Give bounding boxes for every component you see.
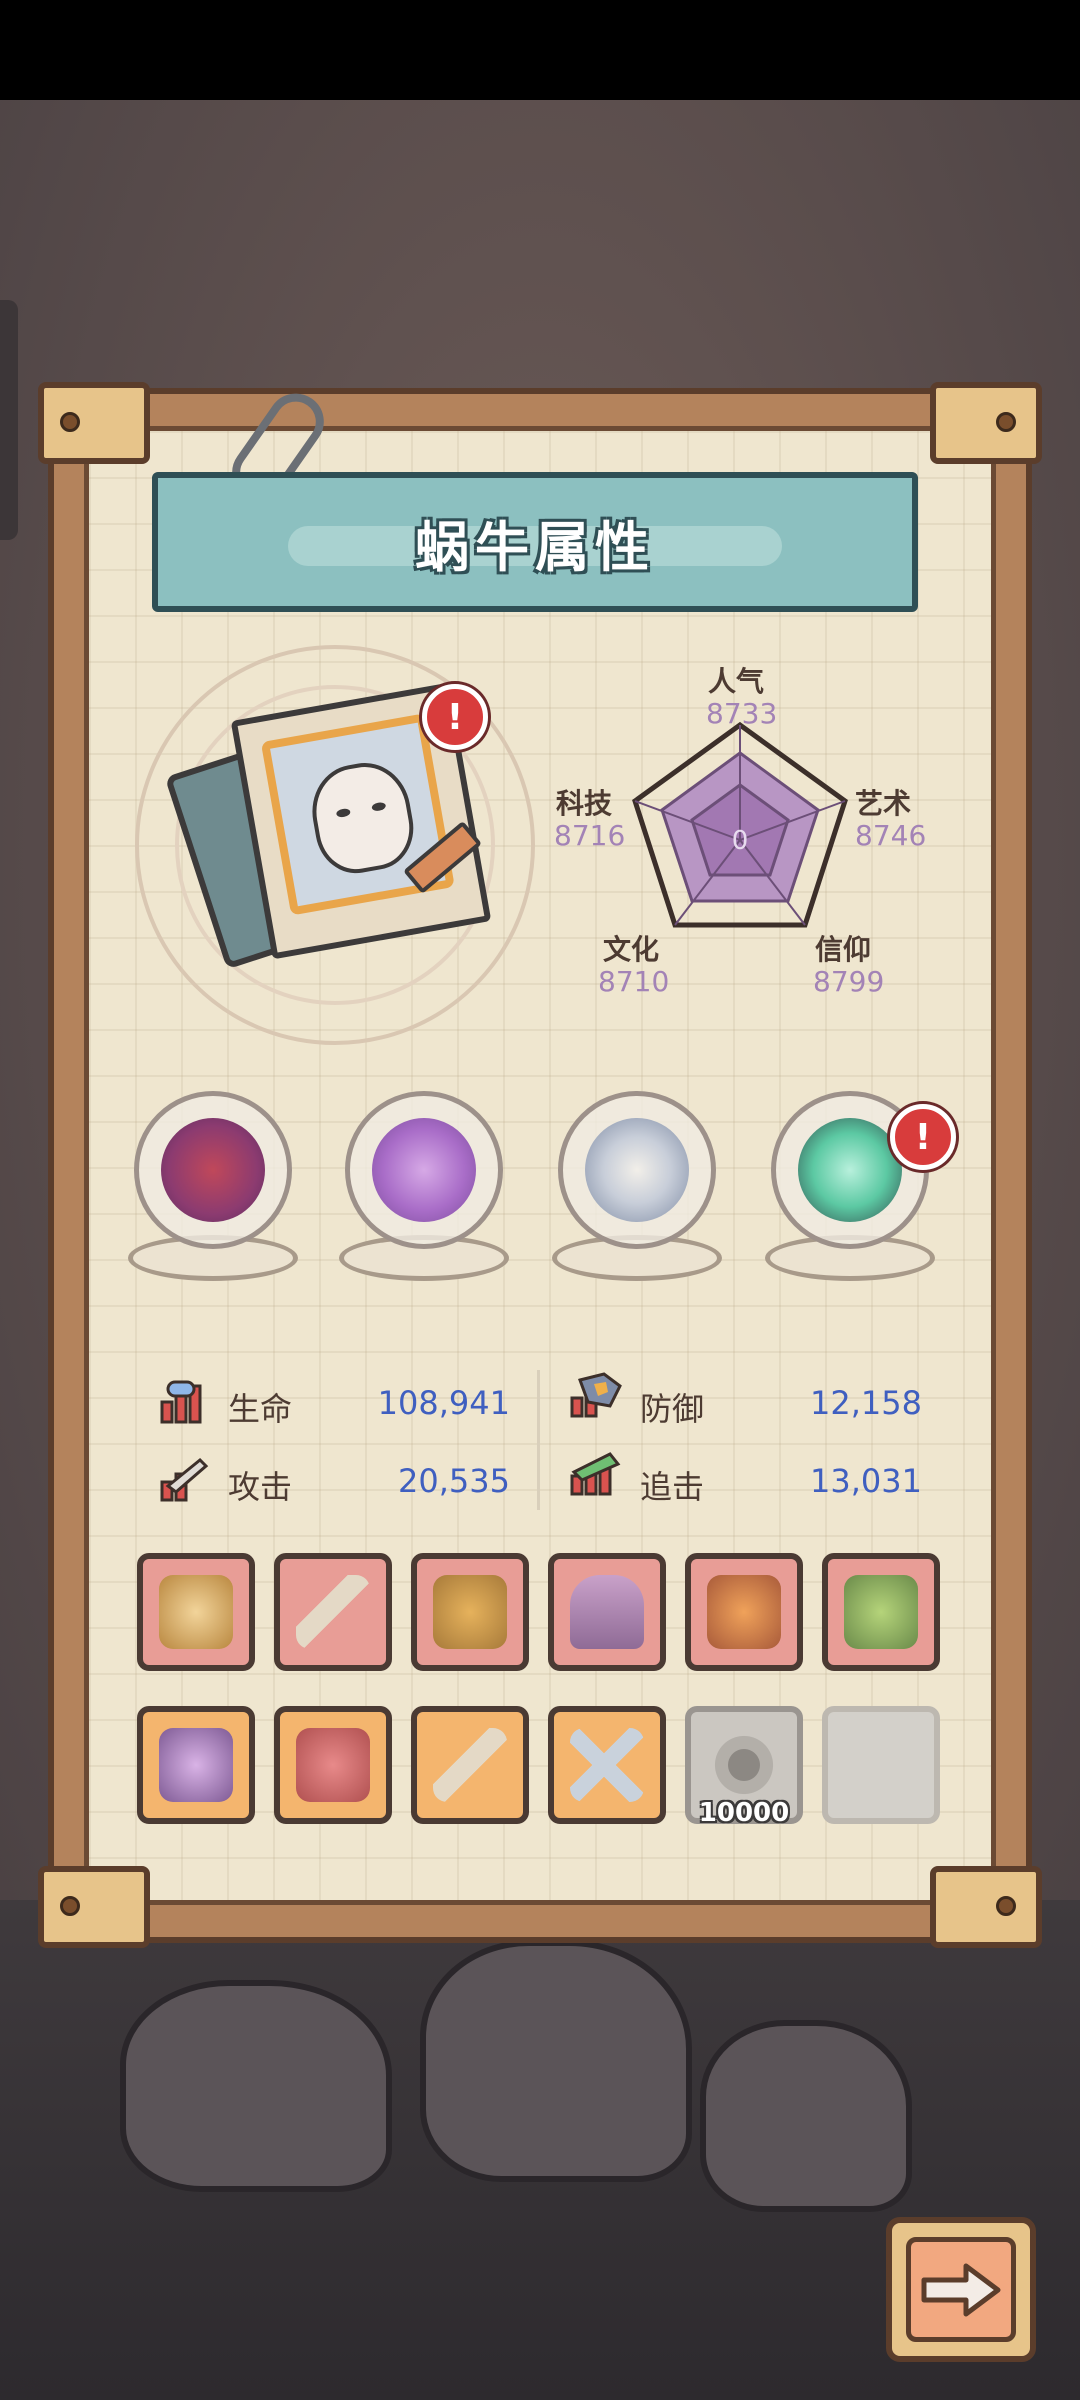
radar-label-popularity: 人气 xyxy=(708,665,765,698)
radar-chart: 0 xyxy=(632,721,848,928)
compass-relic-icon xyxy=(585,1118,689,1222)
title-banner: 蜗牛属性 xyxy=(152,472,918,612)
gear-count: 10000 xyxy=(698,1798,790,1828)
corner-bracket xyxy=(930,1866,1042,1948)
relic-slot-purple-claw[interactable] xyxy=(335,1085,513,1285)
stat-divider xyxy=(537,1370,540,1510)
equip-slot-blaster[interactable] xyxy=(411,1553,529,1671)
equip-slot-helmet[interactable] xyxy=(137,1706,255,1824)
purple-claw-relic-icon xyxy=(372,1118,476,1222)
belt-icon xyxy=(570,1575,644,1649)
chase-label: 追击 xyxy=(640,1468,705,1506)
radar-value-culture: 8710 xyxy=(598,965,670,998)
side-tab[interactable] xyxy=(0,300,18,540)
equip-slot-gear-upgrade[interactable]: 10000 xyxy=(685,1706,803,1828)
character-face-icon xyxy=(304,756,421,880)
rock xyxy=(420,1940,692,2182)
equip-slot-hammer[interactable] xyxy=(822,1553,940,1671)
equip-slot-crossed-blades[interactable] xyxy=(548,1706,666,1824)
hp-value: 108,941 xyxy=(377,1384,510,1422)
spiked-mace-icon xyxy=(707,1575,781,1649)
arrow-right-icon xyxy=(921,2263,1001,2316)
war-hammer-icon xyxy=(844,1575,918,1649)
next-button[interactable] xyxy=(886,2217,1036,2362)
radar-label-faith: 信仰 xyxy=(815,933,872,966)
equip-slot-gear-armor[interactable] xyxy=(137,1553,255,1671)
defense-icon xyxy=(570,1372,622,1418)
radar-value-popularity: 8733 xyxy=(706,697,778,730)
hp-icon xyxy=(160,1380,202,1424)
attack-label: 攻击 xyxy=(228,1468,293,1506)
crossed-blades-icon xyxy=(570,1728,644,1802)
equip-slot-dagger[interactable] xyxy=(411,1706,529,1824)
radar-value-faith: 8799 xyxy=(813,965,885,998)
equip-slot-mace[interactable] xyxy=(685,1553,803,1671)
thorn-vine-relic-icon xyxy=(161,1118,265,1222)
blaster-gun-icon xyxy=(433,1575,507,1649)
radar-center-value: 0 xyxy=(732,826,749,856)
chain-weights-icon xyxy=(296,1728,370,1802)
corner-bracket xyxy=(930,382,1042,464)
chase-value: 13,031 xyxy=(810,1462,922,1500)
page-title: 蜗牛属性 xyxy=(415,515,655,579)
equip-slot-sword[interactable] xyxy=(274,1553,392,1671)
corner-bracket xyxy=(38,1866,150,1948)
relic-alert-badge: ! xyxy=(890,1104,956,1170)
defense-label: 防御 xyxy=(640,1390,705,1428)
winged-helmet-icon xyxy=(159,1728,233,1802)
attack-icon xyxy=(160,1457,209,1502)
sword-icon xyxy=(296,1575,370,1649)
equip-slot-chain[interactable] xyxy=(274,1706,392,1824)
rock xyxy=(700,2020,912,2212)
radar-value-art: 8746 xyxy=(855,819,927,852)
equip-slot-belt[interactable] xyxy=(548,1553,666,1671)
defense-value: 12,158 xyxy=(810,1384,922,1422)
equip-slot-empty[interactable] xyxy=(822,1706,940,1824)
relic-slot-compass[interactable] xyxy=(548,1085,726,1285)
radar-value-tech: 8716 xyxy=(554,819,626,852)
chase-attack-icon xyxy=(570,1452,621,1496)
dagger-icon xyxy=(433,1728,507,1802)
corner-bracket xyxy=(38,382,150,464)
attack-value: 20,535 xyxy=(398,1462,510,1500)
radar-label-tech: 科技 xyxy=(556,787,613,820)
gear-armor-icon xyxy=(159,1575,233,1649)
gear-upgrade-icon xyxy=(707,1728,781,1802)
portrait-alert-badge: ! xyxy=(422,684,488,750)
relic-slot-thorn-vine[interactable] xyxy=(124,1085,302,1285)
radar-label-art: 艺术 xyxy=(855,787,912,820)
status-bar xyxy=(0,0,1080,100)
rock xyxy=(120,1980,392,2192)
hp-label: 生命 xyxy=(228,1390,293,1428)
green-swirl-portal-relic-icon xyxy=(798,1118,902,1222)
radar-label-culture: 文化 xyxy=(603,933,660,966)
